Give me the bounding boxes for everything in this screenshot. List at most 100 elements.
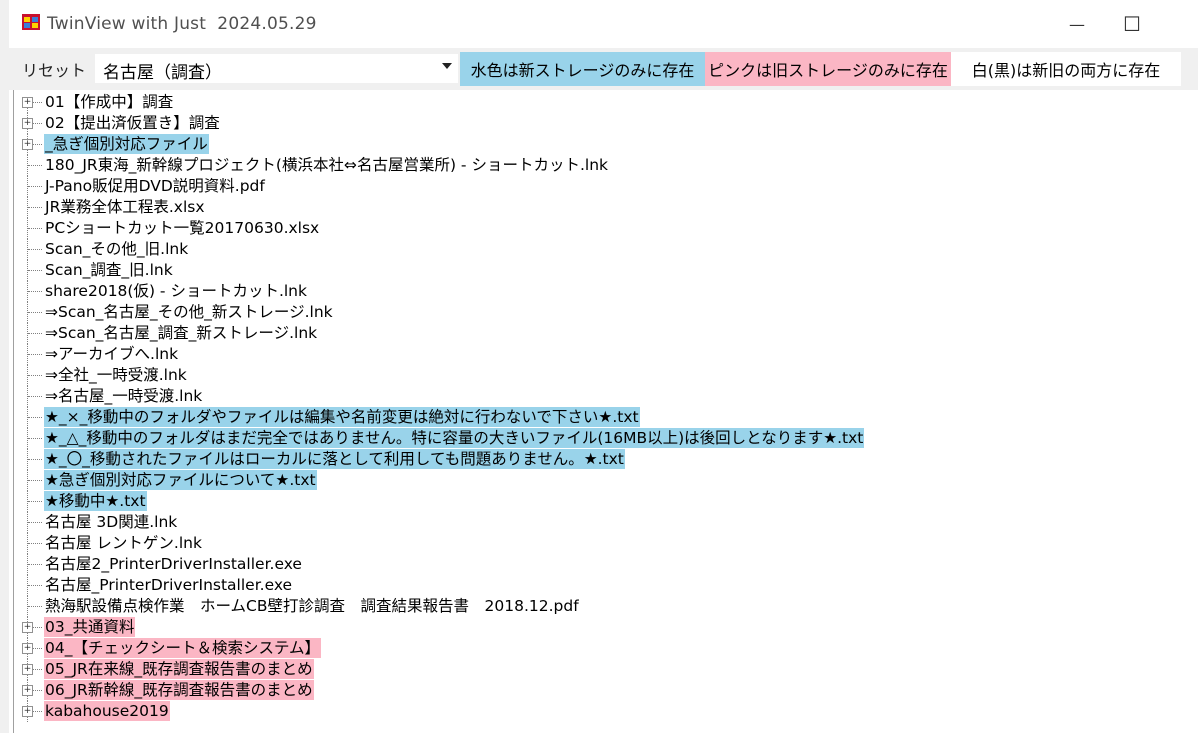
tree-item-label[interactable]: ★_△_移動中のフォルダはまだ完全ではありません。特に容量の大きいファイル(16… <box>44 428 865 448</box>
tree-item-label[interactable]: Scan_調査_旧.lnk <box>44 260 174 280</box>
tree-item-label[interactable]: 02【提出済仮置き】調査 <box>44 113 221 133</box>
tree-item-label[interactable]: 名古屋_PrinterDriverInstaller.exe <box>44 575 293 595</box>
tree-item-label[interactable]: kabahouse2019 <box>44 701 170 721</box>
expand-plus-icon[interactable]: + <box>22 622 33 633</box>
dropdown-arrow-icon[interactable] <box>442 63 452 69</box>
tree-guide-line <box>33 648 42 649</box>
tree-rows: +01【作成中】調査 +02【提出済仮置き】調査 + _急ぎ個別対応ファイル 180_J… <box>14 92 1194 722</box>
tree-file-row[interactable]: share2018(仮) - ショートカット.lnk <box>14 281 1194 302</box>
tree-file-row[interactable]: ★_〇_移動されたファイルはローカルに落として利用しても問題ありません。★.tx… <box>14 449 1194 470</box>
tree-file-row[interactable]: ★_×_移動中のフォルダやファイルは編集や名前変更は絶対に行わないで下さい★.t… <box>14 407 1194 428</box>
tree-item-label[interactable]: 05_JR在来線_既存調査報告書のまとめ <box>44 659 314 679</box>
tree-guide-line <box>28 291 42 292</box>
tree-folder-row[interactable]: +02【提出済仮置き】調査 <box>14 113 1194 134</box>
tree-item-label[interactable]: ★_×_移動中のフォルダやファイルは編集や名前変更は絶対に行わないで下さい★.t… <box>44 407 640 427</box>
expand-plus-icon[interactable]: + <box>22 685 33 696</box>
tree-guide-line <box>28 417 42 418</box>
tree-guide-line <box>28 585 42 586</box>
tree-item-label[interactable]: 04_【チェックシート＆検索システム】 <box>44 638 322 658</box>
tree-item-label[interactable]: 名古屋2_PrinterDriverInstaller.exe <box>44 554 303 574</box>
tree-file-row[interactable]: ⇒全社_一時受渡.lnk <box>14 365 1194 386</box>
tree-file-row[interactable]: 名古屋_PrinterDriverInstaller.exe <box>14 575 1194 596</box>
tree-item-label[interactable]: 01【作成中】調査 <box>44 92 174 112</box>
tree-item-label[interactable]: ⇒全社_一時受渡.lnk <box>44 365 188 385</box>
tree-guide-line <box>28 186 42 187</box>
tree-guide-line <box>33 669 42 670</box>
expand-plus-icon[interactable]: + <box>22 97 33 108</box>
minimize-icon: — <box>1069 14 1085 34</box>
tree-guide-line <box>33 144 42 145</box>
toolbar: リセット 名古屋（調査） 水色は新ストレージのみに存在 ピンクは旧ストレージのみ… <box>9 48 1198 90</box>
tree-folder-row[interactable]: + _急ぎ個別対応ファイル <box>14 134 1194 155</box>
tree-folder-row[interactable]: +04_【チェックシート＆検索システム】 <box>14 638 1194 659</box>
tree-item-label[interactable]: _急ぎ個別対応ファイル <box>44 134 209 154</box>
tree-item-label[interactable]: ⇒アーカイブへ.lnk <box>44 344 179 364</box>
tree-file-row[interactable]: 名古屋2_PrinterDriverInstaller.exe <box>14 554 1194 575</box>
tree-item-label[interactable]: 03_共通資料 <box>44 617 136 637</box>
tree-guide-line <box>28 480 42 481</box>
tree-item-label[interactable]: 180_JR東海_新幹線プロジェクト(横浜本社⇔名古屋営業所) - ショートカッ… <box>44 155 609 175</box>
tree-item-label[interactable]: 06_JR新幹線_既存調査報告書のまとめ <box>44 680 314 700</box>
legend-old-only: ピンクは旧ストレージのみに存在 <box>705 52 951 86</box>
tree-item-label[interactable]: PCショートカット一覧20170630.xlsx <box>44 218 320 238</box>
tree-guide-line <box>28 270 42 271</box>
maximize-button[interactable]: ☐ <box>1109 10 1155 38</box>
tree-file-row[interactable]: ⇒アーカイブへ.lnk <box>14 344 1194 365</box>
tree-guide-line <box>33 711 42 712</box>
tree-item-label[interactable]: 名古屋 レントゲン.lnk <box>44 533 203 553</box>
tree-file-row[interactable]: JR業務全体工程表.xlsx <box>14 197 1194 218</box>
tree-guide-line <box>33 627 42 628</box>
expand-plus-icon[interactable]: + <box>22 664 33 675</box>
tree-file-row[interactable]: 180_JR東海_新幹線プロジェクト(横浜本社⇔名古屋営業所) - ショートカッ… <box>14 155 1194 176</box>
tree-folder-row[interactable]: +01【作成中】調査 <box>14 92 1194 113</box>
title-bar[interactable]: TwinView with Just 2024.05.29 — ☐ <box>9 0 1198 48</box>
tree-item-label[interactable]: ⇒Scan_名古屋_調査_新ストレージ.lnk <box>44 323 318 343</box>
reset-button[interactable]: リセット <box>19 56 89 82</box>
tree-guide-line <box>28 312 42 313</box>
tree-file-row[interactable]: ★移動中★.txt <box>14 491 1194 512</box>
expand-plus-icon[interactable]: + <box>22 118 33 129</box>
tree-item-label[interactable]: ⇒名古屋_一時受渡.lnk <box>44 386 203 406</box>
tree-item-label[interactable]: share2018(仮) - ショートカット.lnk <box>44 281 308 301</box>
tree-folder-row[interactable]: + kabahouse2019 <box>14 701 1194 722</box>
tree-folder-row[interactable]: +06_JR新幹線_既存調査報告書のまとめ <box>14 680 1194 701</box>
tree-file-row[interactable]: Scan_調査_旧.lnk <box>14 260 1194 281</box>
tree-guide-line <box>28 375 42 376</box>
expand-plus-icon[interactable]: + <box>22 706 33 717</box>
tree-file-row[interactable]: 名古屋 3D関連.lnk <box>14 512 1194 533</box>
tree-file-row[interactable]: ⇒名古屋_一時受渡.lnk <box>14 386 1194 407</box>
tree-file-row[interactable]: ⇒Scan_名古屋_調査_新ストレージ.lnk <box>14 323 1194 344</box>
tree-item-label[interactable]: ★移動中★.txt <box>44 491 147 511</box>
tree-file-row[interactable]: PCショートカット一覧20170630.xlsx <box>14 218 1194 239</box>
tree-item-label[interactable]: ★_〇_移動されたファイルはローカルに落として利用しても問題ありません。★.tx… <box>44 449 625 469</box>
tree-item-label[interactable]: J-Pano販促用DVD説明資料.pdf <box>44 176 266 196</box>
tree-folder-row[interactable]: +05_JR在来線_既存調査報告書のまとめ <box>14 659 1194 680</box>
tree-file-row[interactable]: 熱海駅設備点検作業 ホームCB壁打診調査 調査結果報告書 2018.12.pdf <box>14 596 1194 617</box>
location-select-value: 名古屋（調査） <box>103 63 222 83</box>
tree-guide-line <box>28 606 42 607</box>
tree-file-row[interactable]: 名古屋 レントゲン.lnk <box>14 533 1194 554</box>
tree-folder-row[interactable]: +03_共通資料 <box>14 617 1194 638</box>
tree-item-label[interactable]: JR業務全体工程表.xlsx <box>44 197 206 217</box>
tree-guide-line <box>28 459 42 460</box>
tree-item-label[interactable]: 熱海駅設備点検作業 ホームCB壁打診調査 調査結果報告書 2018.12.pdf <box>44 596 580 616</box>
minimize-button[interactable]: — <box>1054 10 1100 38</box>
expand-plus-icon[interactable]: + <box>22 139 33 150</box>
maximize-icon: ☐ <box>1123 12 1141 36</box>
legend-new-only: 水色は新ストレージのみに存在 <box>460 52 705 86</box>
location-select[interactable]: 名古屋（調査） <box>95 54 458 83</box>
expand-plus-icon[interactable]: + <box>22 643 33 654</box>
tree-file-row[interactable]: Scan_その他_旧.lnk <box>14 239 1194 260</box>
tree-item-label[interactable]: Scan_その他_旧.lnk <box>44 239 189 259</box>
tree-file-row[interactable]: ⇒Scan_名古屋_その他_新ストレージ.lnk <box>14 302 1194 323</box>
tree-file-row[interactable]: ★_△_移動中のフォルダはまだ完全ではありません。特に容量の大きいファイル(16… <box>14 428 1194 449</box>
file-tree[interactable]: +01【作成中】調査 +02【提出済仮置き】調査 + _急ぎ個別対応ファイル 180_J… <box>13 90 1198 733</box>
tree-item-label[interactable]: 名古屋 3D関連.lnk <box>44 512 178 532</box>
tree-item-label[interactable]: ★急ぎ個別対応ファイルについて★.txt <box>44 470 317 490</box>
tree-guide-line <box>28 396 42 397</box>
tree-item-label[interactable]: ⇒Scan_名古屋_その他_新ストレージ.lnk <box>44 302 334 322</box>
tree-guide-line <box>28 207 42 208</box>
tree-file-row[interactable]: J-Pano販促用DVD説明資料.pdf <box>14 176 1194 197</box>
tree-guide-line <box>28 165 42 166</box>
tree-file-row[interactable]: ★急ぎ個別対応ファイルについて★.txt <box>14 470 1194 491</box>
